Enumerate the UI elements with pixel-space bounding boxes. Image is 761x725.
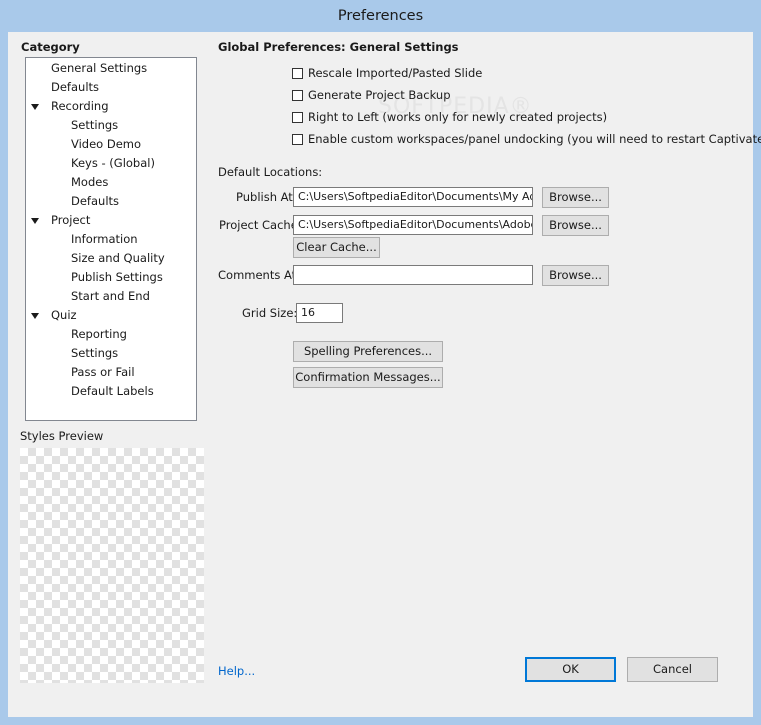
category-item-label: Modes xyxy=(71,175,109,189)
checkbox-label: Enable custom workspaces/panel undocking… xyxy=(308,132,761,146)
category-item-label: Video Demo xyxy=(71,137,142,151)
category-item[interactable]: Pass or Fail xyxy=(71,363,135,382)
category-item-label: Keys - (Global) xyxy=(71,156,155,170)
category-item-label: Pass or Fail xyxy=(71,365,135,379)
grid-size-label: Grid Size: xyxy=(242,306,298,320)
publish-at-label: Publish At: xyxy=(236,190,297,204)
category-item[interactable]: Video Demo xyxy=(71,135,141,154)
category-item-label: Reporting xyxy=(71,327,127,341)
clear-cache-button[interactable]: Clear Cache... xyxy=(293,237,380,258)
category-item-label: Project xyxy=(51,213,91,227)
comments-at-browse-button[interactable]: Browse... xyxy=(542,265,609,286)
category-item[interactable]: Settings xyxy=(71,116,118,135)
spelling-preferences-button[interactable]: Spelling Preferences... xyxy=(293,341,443,362)
category-item[interactable]: Information xyxy=(71,230,138,249)
category-item-label: Size and Quality xyxy=(71,251,165,265)
category-tree[interactable]: General Settings Defaults Recording Setting… xyxy=(25,57,197,421)
category-item-label: Recording xyxy=(51,99,109,113)
checkbox-label: Rescale Imported/Pasted Slide xyxy=(308,66,483,80)
default-locations-label: Default Locations: xyxy=(218,165,323,179)
category-item[interactable]: Modes xyxy=(71,173,108,192)
category-item[interactable]: General Settings xyxy=(51,59,147,78)
publish-at-input[interactable]: C:\Users\SoftpediaEditor\Documents\My Ad… xyxy=(293,187,533,207)
help-link[interactable]: Help... xyxy=(218,664,255,678)
category-item-label: Information xyxy=(71,232,138,246)
category-item-label: Settings xyxy=(71,118,119,132)
category-item-label: Default Labels xyxy=(71,384,154,398)
expand-triangle-icon[interactable] xyxy=(31,104,39,110)
category-item-label: Settings xyxy=(71,346,119,360)
category-item[interactable]: Size and Quality xyxy=(71,249,165,268)
category-item[interactable]: Quiz xyxy=(51,306,77,325)
project-cache-label: Project Cache: xyxy=(219,218,302,232)
checkbox-box[interactable] xyxy=(292,134,303,145)
category-item[interactable]: Project xyxy=(51,211,90,230)
styles-preview-label: Styles Preview xyxy=(20,429,104,443)
ok-button[interactable]: OK xyxy=(525,657,616,682)
window-title: Preferences xyxy=(337,8,424,24)
category-item-label: Defaults xyxy=(71,194,120,208)
category-item[interactable]: Publish Settings xyxy=(71,268,163,287)
cancel-button[interactable]: Cancel xyxy=(627,657,718,682)
category-heading: Category xyxy=(21,40,80,54)
publish-at-browse-button[interactable]: Browse... xyxy=(542,187,609,208)
checkbox-custom-workspaces[interactable]: Enable custom workspaces/panel undocking… xyxy=(292,131,761,147)
category-item-label: Publish Settings xyxy=(71,270,163,284)
checkbox-box[interactable] xyxy=(292,90,303,101)
expand-triangle-icon[interactable] xyxy=(31,218,39,224)
preferences-window: Preferences Category General Settings Def… xyxy=(0,0,761,725)
project-cache-input[interactable]: C:\Users\SoftpediaEditor\Documents\Adobe… xyxy=(293,215,533,235)
expand-triangle-icon[interactable] xyxy=(31,313,39,319)
panel-title: Global Preferences: General Settings xyxy=(218,40,459,54)
styles-preview-canvas xyxy=(20,448,204,683)
dialog-client-area: Category General Settings Defaults Recordi… xyxy=(8,32,761,717)
category-item[interactable]: Defaults xyxy=(51,78,99,97)
category-item[interactable]: Settings xyxy=(71,344,118,363)
category-item-label: Quiz xyxy=(51,308,77,322)
category-item-label: Start and End xyxy=(71,289,150,303)
category-item[interactable]: Default Labels xyxy=(71,382,154,401)
category-item[interactable]: Defaults xyxy=(71,192,119,211)
checkbox-box[interactable] xyxy=(292,112,303,123)
confirmation-messages-button[interactable]: Confirmation Messages... xyxy=(293,367,443,388)
category-item-label: Defaults xyxy=(51,80,100,94)
category-item[interactable]: Reporting xyxy=(71,325,127,344)
comments-at-label: Comments At: xyxy=(218,268,301,282)
checkbox-box[interactable] xyxy=(292,68,303,79)
project-cache-browse-button[interactable]: Browse... xyxy=(542,215,609,236)
category-item[interactable]: Keys - (Global) xyxy=(71,154,155,173)
category-item[interactable]: Start and End xyxy=(71,287,150,306)
softpedia-watermark: SOFTPEDIA® xyxy=(378,94,533,119)
grid-size-input[interactable]: 16 xyxy=(296,303,343,323)
checkbox-rescale-imported[interactable]: Rescale Imported/Pasted Slide xyxy=(292,65,482,81)
category-item[interactable]: Recording xyxy=(51,97,109,116)
category-item-label: General Settings xyxy=(51,61,148,75)
comments-at-input[interactable] xyxy=(293,265,533,285)
